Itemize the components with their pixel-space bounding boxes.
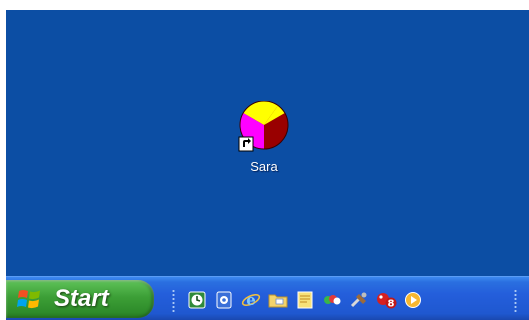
gear-app-icon — [216, 291, 232, 309]
quick-launch-gear-app[interactable] — [213, 290, 235, 310]
tools-icon — [350, 292, 367, 308]
toolbar-grip-right[interactable] — [514, 289, 517, 313]
screen: Sara Start e 8 — [0, 0, 529, 320]
media-player-icon — [405, 292, 421, 308]
document-icon — [297, 291, 313, 309]
quick-launch-document[interactable] — [294, 290, 316, 310]
messenger-icon — [324, 295, 341, 305]
quick-launch-folder[interactable] — [267, 290, 289, 310]
clock-icon — [188, 291, 206, 309]
desktop-icon-sara[interactable]: Sara — [228, 101, 300, 181]
desktop[interactable]: Sara — [6, 10, 529, 276]
quick-launch-media-player[interactable] — [402, 290, 424, 310]
start-button[interactable]: Start — [6, 280, 154, 318]
start-label: Start — [54, 285, 109, 312]
quick-launch-clock[interactable] — [186, 290, 208, 310]
svg-text:e: e — [246, 291, 256, 309]
quick-launch-messenger[interactable] — [321, 290, 343, 310]
pie-chart-shortcut-icon — [238, 101, 289, 152]
toolbar-grip[interactable] — [172, 289, 175, 313]
folder-icon — [268, 294, 288, 308]
badge-count: 8 — [388, 299, 395, 310]
internet-explorer-icon: e — [241, 291, 261, 309]
quick-launch-internet-explorer[interactable]: e — [240, 290, 262, 310]
windows-logo-icon — [17, 290, 40, 309]
badge-8-icon: 8 — [377, 293, 397, 310]
taskbar: Start e 8 — [6, 276, 529, 320]
quick-launch-bar: e 8 — [186, 290, 424, 310]
desktop-icon-label: Sara — [250, 159, 278, 174]
quick-launch-badge-8[interactable]: 8 — [375, 290, 397, 310]
quick-launch-tools[interactable] — [348, 290, 370, 310]
